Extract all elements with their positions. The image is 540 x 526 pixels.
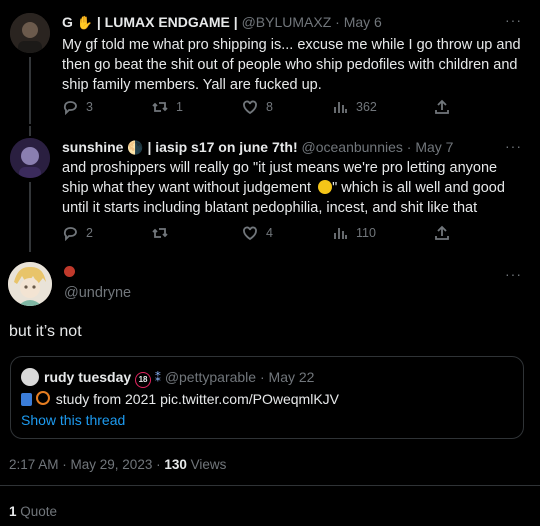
emoji-icon: ✋ — [76, 15, 93, 30]
retweet-button[interactable]: 1 — [152, 99, 183, 115]
quoted-tweet-text: study from 2021 pic.twitter.com/POweqmlK… — [21, 391, 339, 407]
chart-icon — [334, 102, 347, 113]
timestamp[interactable]: · May 22 — [260, 369, 314, 385]
tweet-meta: 2:17 AM · May 29, 2023 · 130 Views — [9, 457, 226, 472]
views-label: Views — [190, 457, 227, 472]
magnifier-icon — [35, 391, 50, 405]
drop-icon — [21, 393, 32, 406]
dna-icon: ⁑ — [154, 371, 161, 385]
action-bar: 2 4 110 — [62, 225, 462, 245]
quote-stats[interactable]: 1 Quote — [9, 504, 57, 519]
reply-count: 3 — [86, 100, 93, 114]
like-count: 8 — [266, 100, 273, 114]
avatar[interactable] — [10, 138, 50, 178]
more-icon[interactable]: ··· — [505, 12, 522, 28]
more-icon[interactable]: ··· — [505, 138, 522, 154]
reply-count: 2 — [86, 226, 93, 240]
retweet-button[interactable] — [152, 225, 176, 241]
views-button[interactable]: 110 — [332, 225, 376, 241]
tweet-text: and proshippers will really go "it just … — [62, 158, 522, 218]
heart-icon — [243, 100, 257, 115]
more-icon[interactable]: ··· — [505, 266, 522, 282]
handle[interactable]: @BYLUMAXZ — [242, 14, 332, 30]
retweet-icon — [152, 102, 168, 112]
divider — [0, 485, 540, 486]
ladybug-icon — [64, 266, 75, 277]
display-name-suffix[interactable]: | LUMAX ENDGAME | — [97, 14, 238, 30]
tweet-2[interactable]: sunshine 🌗 | iasip s17 on june 7th! @oce… — [0, 126, 540, 252]
tweet-text: My gf told me what pro shipping is... ex… — [62, 37, 521, 93]
display-name[interactable]: sunshine — [62, 139, 123, 155]
tweet-header: G ✋ | LUMAX ENDGAME | @BYLUMAXZ · May 6 — [62, 14, 382, 31]
action-bar: 3 1 8 362 — [62, 99, 462, 119]
quoted-tweet-body: study from 2021 — [55, 391, 157, 407]
share-button[interactable] — [434, 225, 450, 241]
quote-count: 1 — [9, 504, 17, 519]
age-18-icon: 18 — [135, 372, 152, 388]
like-button[interactable]: 8 — [242, 99, 273, 115]
show-thread-link[interactable]: Show this thread — [21, 412, 125, 428]
handle[interactable]: @pettyparable — [165, 369, 256, 385]
moon-icon: 🌗 — [127, 140, 144, 155]
share-icon — [435, 99, 449, 114]
retweet-icon — [152, 228, 168, 238]
view-count: 130 — [164, 457, 187, 472]
tweet-timestamp[interactable]: 2:17 AM · May 29, 2023 · — [9, 457, 161, 472]
timestamp[interactable]: · May 6 — [335, 14, 382, 30]
tweet-text: but it’s not — [9, 323, 82, 340]
timestamp[interactable]: · May 7 — [407, 139, 454, 155]
handle[interactable]: @oceanbunnies — [302, 139, 403, 155]
views-button[interactable]: 362 — [332, 99, 377, 115]
quoted-tweet-header: rudy tuesday 18 ⁑ @pettyparable · May 22 — [44, 369, 314, 388]
display-name-suffix[interactable]: | iasip s17 on june 7th! — [147, 139, 297, 155]
reply-icon — [63, 101, 77, 115]
avatar[interactable] — [21, 368, 39, 386]
handle[interactable]: @undryne — [64, 285, 131, 301]
reply-icon — [63, 227, 77, 241]
avatar[interactable] — [10, 13, 50, 53]
quoted-tweet-card[interactable]: rudy tuesday 18 ⁑ @pettyparable · May 22… — [10, 356, 524, 439]
tweet-1[interactable]: G ✋ | LUMAX ENDGAME | @BYLUMAXZ · May 6 … — [0, 0, 540, 126]
quote-label: Quote — [20, 504, 58, 519]
reply-button[interactable]: 3 — [62, 99, 93, 115]
display-name[interactable]: rudy tuesday — [44, 369, 131, 385]
thread-line — [29, 57, 31, 124]
avatar[interactable] — [8, 262, 52, 306]
media-link[interactable]: pic.twitter.com/POweqmlKJV — [160, 391, 339, 407]
view-count: 362 — [356, 100, 377, 114]
share-button[interactable] — [434, 99, 450, 115]
tweet-header: sunshine 🌗 | iasip s17 on june 7th! @oce… — [62, 139, 453, 156]
view-count: 110 — [356, 226, 376, 240]
display-name[interactable]: G — [62, 14, 73, 30]
retweet-count: 1 — [176, 100, 183, 114]
face-emoji-icon — [318, 180, 333, 194]
thread-line — [29, 126, 31, 136]
heart-icon — [243, 226, 257, 241]
share-icon — [435, 225, 449, 240]
reply-button[interactable]: 2 — [62, 225, 93, 241]
like-count: 4 — [266, 226, 273, 240]
chart-icon — [334, 228, 347, 239]
thread-line — [29, 182, 31, 252]
like-button[interactable]: 4 — [242, 225, 273, 241]
